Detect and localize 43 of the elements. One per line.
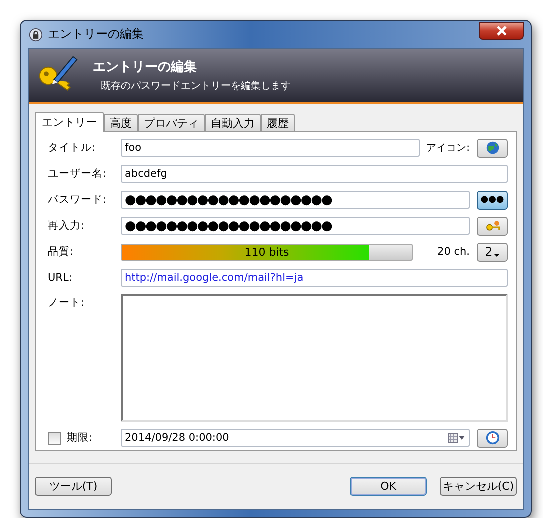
expiry-date-field[interactable]: 2014/09/28 0:00:00 [121,429,470,447]
tab[interactable]: 自動入力 [205,114,261,131]
tab[interactable]: プロパティ [138,114,205,131]
field-label: ユーザー名: [48,167,108,181]
lock-icon [29,28,43,42]
key-icon [484,219,500,233]
field-label: タイトル: [48,141,97,155]
username-field[interactable]: abcdefg [121,165,508,183]
banner-title: エントリーの編集 [93,59,198,76]
field-label: 再入力: [48,219,86,233]
url-field[interactable]: http://mail.google.com/mail?hl=ja [121,269,508,287]
field-label: 品質: [48,245,75,259]
repeat-password-field[interactable]: ●●●●●●●●●●●●●●●●●●●● [121,217,470,235]
field-label: URL: [48,272,74,284]
generator-button[interactable] [477,216,508,236]
banner-subtitle: 既存のパスワードエントリーを編集します [100,80,291,93]
ok-button[interactable]: OK [350,477,427,496]
clock-icon [484,431,500,445]
expiry-presets-button[interactable] [477,428,508,448]
hide-password-button[interactable]: ●●● [477,190,508,210]
field-label: ノート: [48,296,86,310]
length-text: 20 ch. [436,246,470,258]
tab[interactable]: 高度 [104,114,138,131]
quality-reading: 110 bits [244,244,290,260]
close-button[interactable] [479,22,524,40]
tab[interactable]: エントリー [35,112,104,132]
field-label: 期限: [67,431,93,445]
field-label: アイコン: [426,142,470,155]
tab[interactable]: 履歴 [261,114,295,131]
dropdown-arrow-icon [494,254,500,258]
generator-menu-button[interactable]: 2 [477,242,508,262]
notes-field[interactable] [121,294,508,422]
title-field[interactable]: foo [121,139,420,157]
field-label: パスワード: [48,193,108,207]
calendar-dropdown-icon[interactable] [448,433,466,443]
close-icon [496,26,508,36]
expiry-checkbox[interactable] [48,432,61,444]
icon-button[interactable] [477,138,508,158]
cancel-button[interactable]: キャンセル(C) [440,477,517,496]
globe-icon [484,141,500,155]
window-title: エントリーの編集 [48,26,145,43]
tools-button[interactable]: ツール(T) [35,477,112,496]
password-field[interactable]: ●●●●●●●●●●●●●●●●●●●● [121,191,470,209]
